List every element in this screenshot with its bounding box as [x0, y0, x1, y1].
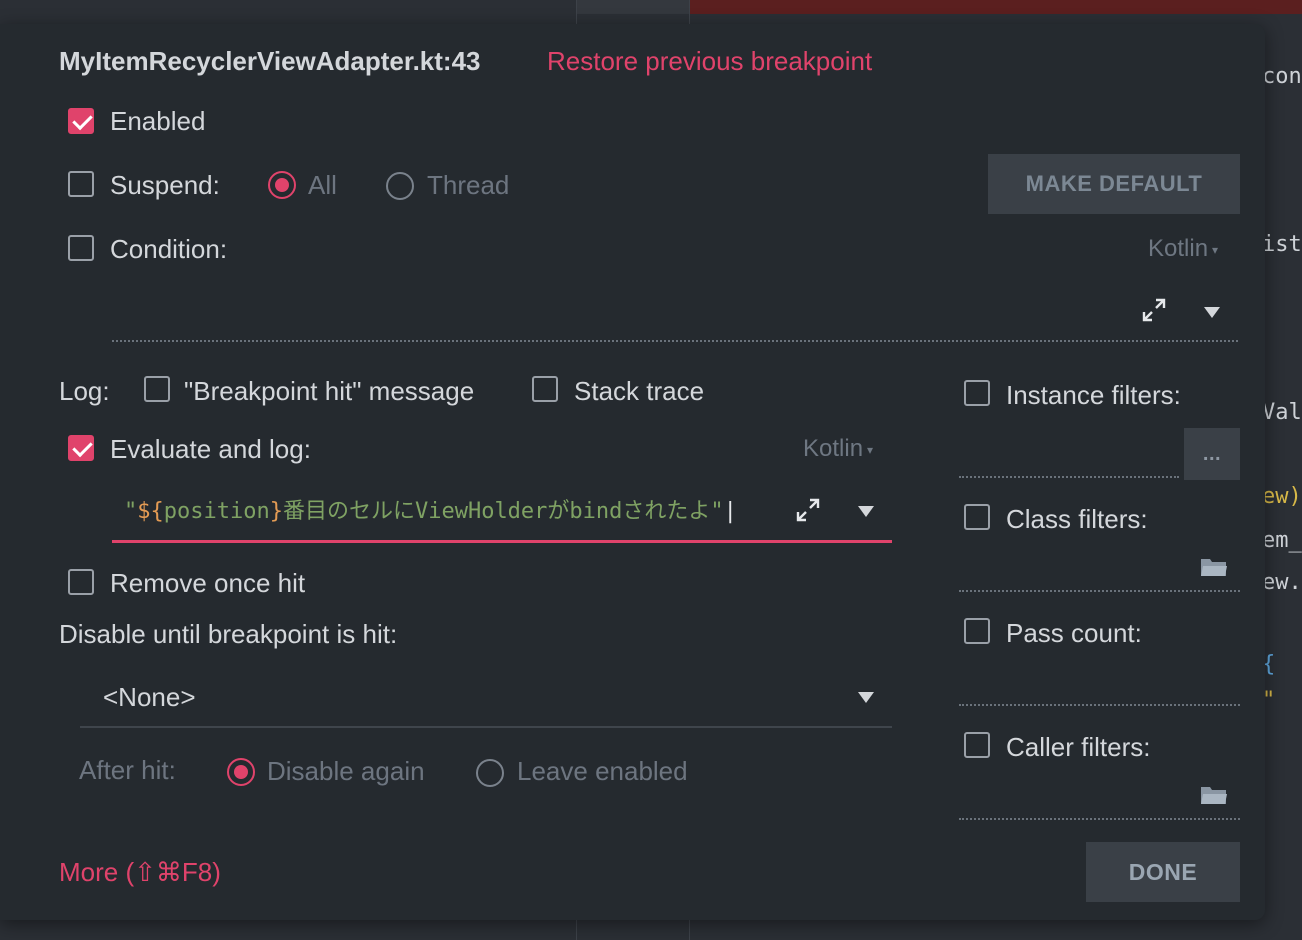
pass-count-label: Pass count:: [1006, 618, 1142, 648]
make-default-button[interactable]: MAKE DEFAULT: [988, 154, 1240, 214]
expr-brace-close: }: [269, 499, 283, 524]
pass-count-checkbox[interactable]: [964, 618, 990, 644]
editor-code-fragment: con: [1262, 64, 1302, 89]
disable-until-select-underline: [80, 726, 892, 728]
editor-code-fragment: Val: [1262, 400, 1302, 425]
suspend-thread-label: Thread: [427, 170, 510, 200]
text-cursor: |: [723, 499, 737, 524]
condition-history-dropdown-icon[interactable]: [1204, 307, 1220, 318]
log-label: Log:: [59, 376, 110, 406]
editor-highlighted-line: [690, 0, 1302, 14]
enabled-label: Enabled: [110, 106, 206, 136]
remove-once-hit-checkbox[interactable]: [68, 569, 94, 595]
evaluate-expression-input[interactable]: "${position}番目のセルにViewHolderがbindされたよ"|: [124, 493, 737, 525]
editor-code-fragment: em_: [1262, 528, 1302, 553]
disable-again-label: Disable again: [267, 756, 425, 786]
suspend-thread-radio[interactable]: [386, 172, 414, 200]
editor-code-fragment: ist: [1262, 232, 1302, 257]
caller-filters-checkbox[interactable]: [964, 732, 990, 758]
disable-again-radio[interactable]: [227, 758, 255, 786]
expand-icon[interactable]: [794, 496, 822, 524]
instance-filters-label: Instance filters:: [1006, 380, 1181, 410]
condition-label: Condition:: [110, 234, 228, 264]
condition-field-underline[interactable]: [112, 340, 1238, 342]
class-filters-label: Class filters:: [1006, 504, 1148, 534]
evaluate-and-log-checkbox[interactable]: [68, 435, 94, 461]
evaluate-field-underline: [112, 540, 892, 543]
suspend-all-label: All: [308, 170, 337, 200]
remove-once-hit-label: Remove once hit: [110, 568, 306, 598]
expr-ident: position: [163, 499, 270, 524]
instance-filters-field[interactable]: [959, 476, 1179, 478]
editor-gutter-strip: [576, 0, 690, 14]
class-filters-field[interactable]: [959, 590, 1240, 592]
pass-count-field[interactable]: [959, 704, 1240, 706]
suspend-label: Suspend:: [110, 170, 220, 200]
breakpoint-hit-message-label: "Breakpoint hit" message: [184, 376, 475, 406]
instance-filters-browse-button[interactable]: ...: [1184, 428, 1240, 480]
disable-until-select-value[interactable]: <None>: [103, 682, 196, 713]
condition-language-label: Kotlin: [1148, 235, 1209, 262]
stack-trace-label: Stack trace: [574, 376, 705, 406]
condition-checkbox[interactable]: [68, 235, 94, 261]
editor-code-fragment: ew.: [1262, 570, 1302, 595]
caller-filters-field[interactable]: [959, 818, 1240, 820]
enabled-checkbox[interactable]: [68, 108, 94, 134]
chevron-down-icon: ▾: [1212, 242, 1219, 257]
expr-rest: 番目のセルにViewHolderがbindされたよ": [282, 499, 724, 524]
class-filters-checkbox[interactable]: [964, 504, 990, 530]
after-hit-label: After hit:: [79, 755, 176, 785]
expr-brace-open: ${: [137, 499, 164, 524]
condition-language-select[interactable]: Kotlin ▾: [1148, 235, 1218, 263]
breakpoint-popup: MyItemRecyclerViewAdapter.kt:43 Restore …: [0, 24, 1265, 920]
leave-enabled-label: Leave enabled: [517, 756, 688, 786]
suspend-all-radio[interactable]: [268, 171, 296, 199]
done-button[interactable]: DONE: [1086, 842, 1240, 902]
chevron-down-icon: ▾: [867, 442, 874, 457]
evaluate-and-log-label: Evaluate and log:: [110, 434, 311, 464]
leave-enabled-radio[interactable]: [476, 759, 504, 787]
folder-icon[interactable]: [1200, 784, 1228, 806]
caller-filters-label: Caller filters:: [1006, 732, 1151, 762]
instance-filters-checkbox[interactable]: [964, 380, 990, 406]
evaluate-history-dropdown-icon[interactable]: [858, 506, 874, 517]
stack-trace-checkbox[interactable]: [532, 376, 558, 402]
breakpoint-hit-message-checkbox[interactable]: [144, 376, 170, 402]
breakpoint-location-title: MyItemRecyclerViewAdapter.kt:43: [59, 46, 481, 76]
disable-until-label: Disable until breakpoint is hit:: [59, 619, 398, 649]
more-link[interactable]: More (⇧⌘F8): [59, 857, 221, 888]
expand-icon[interactable]: [1140, 296, 1168, 324]
evaluate-language-select[interactable]: Kotlin ▾: [803, 435, 873, 463]
suspend-checkbox[interactable]: [68, 171, 94, 197]
evaluate-language-label: Kotlin: [803, 435, 864, 462]
editor-code-fragment: ew): [1262, 484, 1302, 509]
disable-until-dropdown-icon[interactable]: [858, 692, 874, 703]
restore-breakpoint-link[interactable]: Restore previous breakpoint: [547, 46, 872, 77]
expr-quote: ": [124, 499, 138, 524]
folder-icon[interactable]: [1200, 556, 1228, 578]
